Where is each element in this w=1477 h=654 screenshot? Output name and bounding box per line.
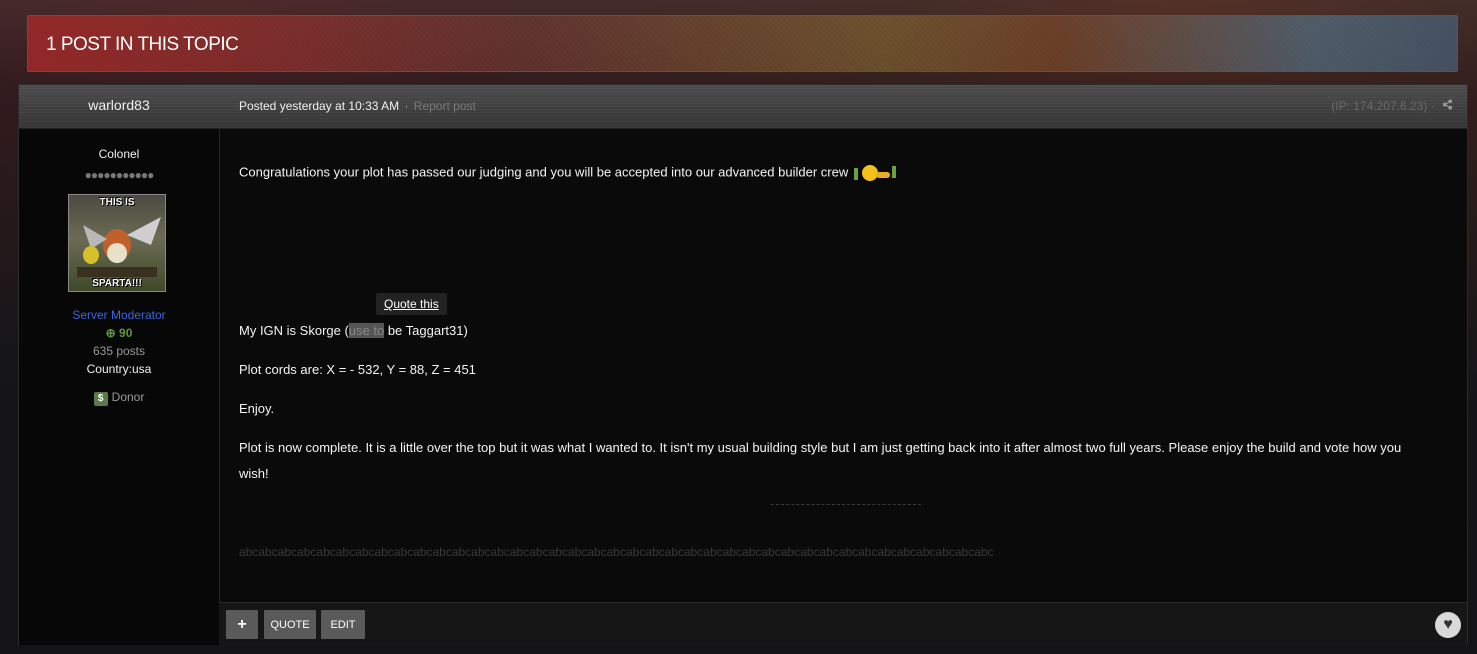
- report-post-link[interactable]: Report post: [414, 99, 476, 113]
- quote-button[interactable]: QUOTE: [264, 610, 316, 639]
- ip-separator: ·: [1430, 99, 1435, 113]
- multiquote-button[interactable]: +: [226, 610, 258, 639]
- content-text: Congratulations your plot has passed our…: [239, 164, 849, 180]
- donor-badge: $ Donor: [19, 390, 219, 406]
- topic-title: 1 POST IN THIS TOPIC: [46, 34, 239, 55]
- share-icon[interactable]: [1442, 99, 1453, 113]
- ip-label[interactable]: (IP: 174.207.6.23): [1331, 99, 1427, 113]
- ign-text-end: be Taggart31): [384, 323, 468, 338]
- post-meta: Posted yesterday at 10:33 AM · Report po…: [239, 99, 476, 113]
- selected-text[interactable]: use to: [348, 323, 385, 338]
- posted-time[interactable]: Posted yesterday at 10:33 AM: [239, 99, 399, 113]
- avatar-image: [77, 217, 161, 277]
- complete-line-2: wish!: [239, 466, 269, 481]
- avatar[interactable]: THIS IS SPARTA!!!: [68, 194, 166, 292]
- post-header: warlord83 Posted yesterday at 10:33 AM ·…: [19, 85, 1467, 129]
- ign-line: My IGN is Skorge (use to be Taggart31): [239, 323, 468, 338]
- member-group: Server Moderator: [72, 308, 166, 322]
- enjoy-line: Enjoy.: [239, 401, 275, 416]
- signature: abcabcabcabcabcabcabcabcabcabcabcabcabca…: [239, 545, 994, 559]
- rank-pips: ●●●●●●●●●●●: [84, 168, 155, 182]
- post-ip: (IP: 174.207.6.23) ·: [1331, 99, 1453, 113]
- author-name-link[interactable]: warlord83: [19, 97, 219, 113]
- meta-separator: ·: [404, 99, 409, 113]
- heart-icon[interactable]: ♥: [1435, 612, 1461, 638]
- avatar-bottom-text: SPARTA!!!: [92, 278, 142, 289]
- signature-divider: [771, 504, 921, 505]
- topic-header: 1 POST IN THIS TOPIC: [27, 15, 1458, 72]
- reputation[interactable]: ⊕ 90: [19, 326, 219, 340]
- rank-title: Colonel: [98, 147, 140, 161]
- dollar-icon: $: [93, 392, 108, 406]
- plus-circle-icon: ⊕: [105, 326, 116, 340]
- post-count: 635 posts: [92, 344, 146, 358]
- complete-line: Plot is now complete. It is a little ove…: [239, 440, 1402, 455]
- ign-text: My IGN is Skorge (: [239, 323, 349, 338]
- emoticon-icon: [852, 164, 898, 182]
- edit-button[interactable]: EDIT: [321, 610, 365, 639]
- donor-label: Donor: [111, 390, 145, 404]
- quote-this-tooltip[interactable]: Quote this: [376, 293, 447, 315]
- post-controls: + QUOTE EDIT ♥: [219, 602, 1467, 646]
- country: Country:usa: [86, 362, 152, 376]
- content-line: Congratulations your plot has passed our…: [239, 164, 898, 182]
- author-column: Colonel ●●●●●●●●●●● THIS IS SPARTA!!! Se…: [19, 129, 220, 645]
- post: warlord83 Posted yesterday at 10:33 AM ·…: [18, 84, 1468, 646]
- cords-line: Plot cords are: X = - 532, Y = 88, Z = 4…: [239, 362, 476, 377]
- reputation-value: 90: [119, 326, 133, 340]
